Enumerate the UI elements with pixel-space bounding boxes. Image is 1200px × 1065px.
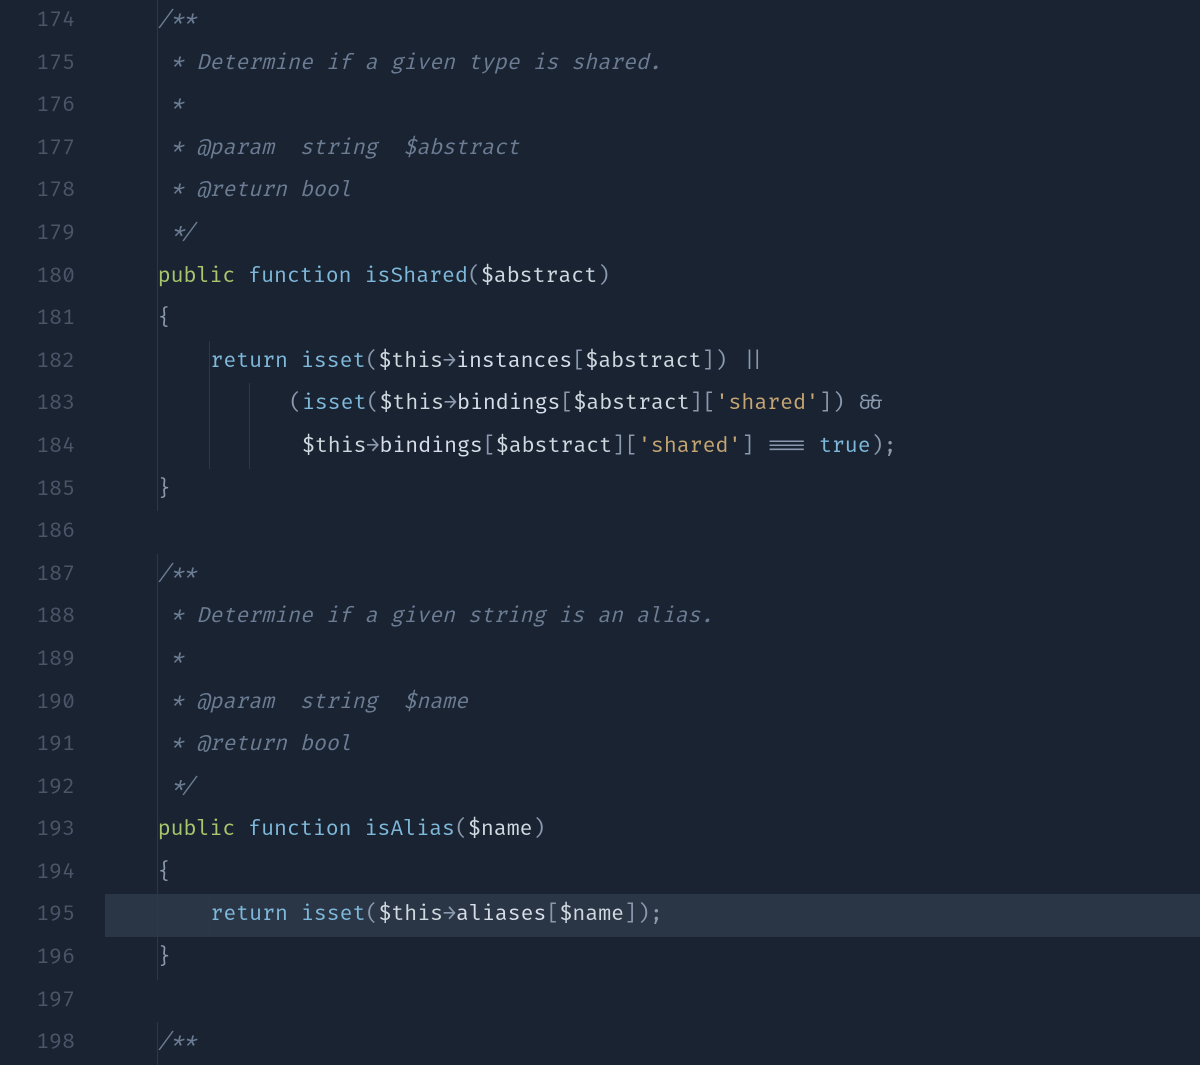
line-number: 196 [0,937,87,980]
line-number: 186 [0,511,87,554]
code-line[interactable]: * @return bool [105,170,1200,213]
line-number: 195 [0,894,87,937]
code-line[interactable]: { [105,852,1200,895]
line-number: 179 [0,213,87,256]
code-line[interactable]: /** [105,554,1200,597]
line-number: 194 [0,852,87,895]
line-number: 175 [0,43,87,86]
code-line[interactable]: * @param string $abstract [105,128,1200,171]
line-number-gutter: 1741751761771781791801811821831841851861… [0,0,105,1065]
code-line[interactable]: (isset($this→bindings[$abstract]['shared… [105,383,1200,426]
line-number: 178 [0,170,87,213]
line-number: 192 [0,767,87,810]
code-line[interactable]: * Determine if a given string is an alia… [105,596,1200,639]
line-number: 182 [0,341,87,384]
line-number: 174 [0,0,87,43]
code-line[interactable]: return isset($this→aliases[$name]); [105,894,1200,937]
code-line[interactable]: /** [105,1022,1200,1065]
line-number: 176 [0,85,87,128]
code-line[interactable]: { [105,298,1200,341]
code-line[interactable]: return isset($this→instances[$abstract])… [105,341,1200,384]
line-number: 184 [0,426,87,469]
line-number: 193 [0,809,87,852]
code-line[interactable]: * [105,85,1200,128]
code-line[interactable]: public function isAlias($name) [105,809,1200,852]
code-line[interactable]: */ [105,767,1200,810]
code-line[interactable]: $this→bindings[$abstract]['shared'] === … [105,426,1200,469]
line-number: 177 [0,128,87,171]
line-number: 181 [0,298,87,341]
code-line[interactable] [105,980,1200,1023]
code-line[interactable]: } [105,469,1200,512]
code-content[interactable]: /** * Determine if a given type is share… [105,0,1200,1065]
code-line[interactable]: * Determine if a given type is shared. [105,43,1200,86]
line-number: 187 [0,554,87,597]
code-line[interactable] [105,511,1200,554]
line-number: 180 [0,256,87,299]
code-editor: 1741751761771781791801811821831841851861… [0,0,1200,1065]
line-number: 183 [0,383,87,426]
line-number: 191 [0,724,87,767]
code-line[interactable]: public function isShared($abstract) [105,256,1200,299]
code-line[interactable]: */ [105,213,1200,256]
code-line[interactable]: } [105,937,1200,980]
code-line[interactable]: * @param string $name [105,682,1200,725]
line-number: 197 [0,980,87,1023]
code-line[interactable]: * [105,639,1200,682]
line-number: 185 [0,469,87,512]
line-number: 190 [0,682,87,725]
code-line[interactable]: /** [105,0,1200,43]
code-line[interactable]: * @return bool [105,724,1200,767]
line-number: 198 [0,1022,87,1065]
line-number: 188 [0,596,87,639]
line-number: 189 [0,639,87,682]
